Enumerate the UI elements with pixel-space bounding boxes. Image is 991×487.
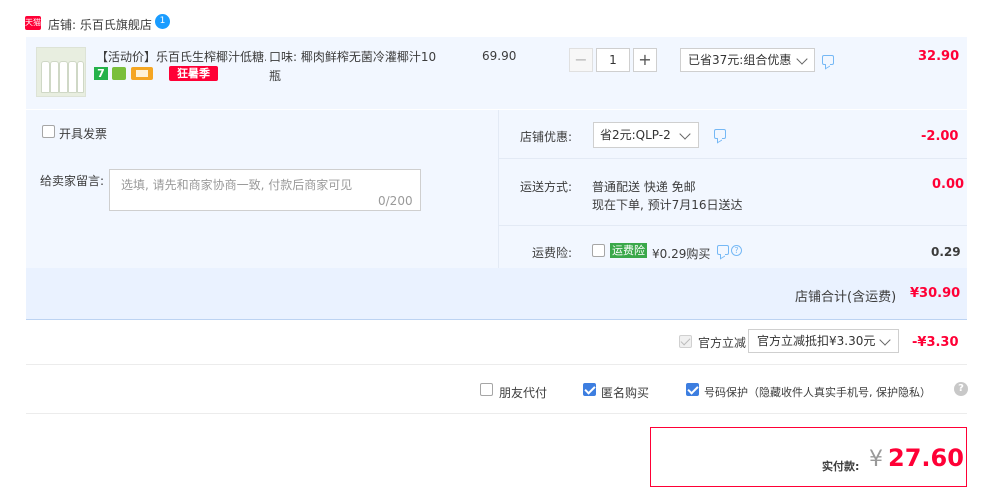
unit-price: 69.90 bbox=[482, 49, 517, 63]
item-total-price: 32.90 bbox=[918, 49, 960, 64]
help-icon[interactable]: ? bbox=[954, 382, 968, 396]
message-icon[interactable] bbox=[717, 245, 729, 255]
quantity-decrease-button[interactable]: − bbox=[569, 48, 593, 72]
shop-discount-amount: -2.00 bbox=[921, 129, 959, 144]
tmall-logo: 天猫 bbox=[25, 16, 41, 30]
store-name-link[interactable]: 店铺: 乐百氏旗舰店 bbox=[48, 16, 152, 33]
insurance-tag: 运费险 bbox=[610, 243, 647, 258]
message-icon[interactable] bbox=[714, 129, 726, 139]
delivery-estimate: 现在下单, 预计7月16日送达 bbox=[592, 198, 743, 212]
divider bbox=[26, 364, 967, 365]
divider bbox=[498, 110, 499, 268]
official-discount-label: 官方立减 bbox=[698, 336, 747, 350]
product-thumbnail[interactable] bbox=[36, 47, 86, 97]
number-protect-checkbox[interactable] bbox=[686, 383, 699, 396]
payment-amount: 27.60 bbox=[888, 444, 964, 472]
shipping-method: 普通配送 快递 免邮 bbox=[592, 180, 696, 194]
seller-message-placeholder: 选填, 请先和商家协商一致, 付款后商家可见 bbox=[121, 178, 353, 192]
credit-card-icon bbox=[131, 67, 153, 80]
quantity-increase-button[interactable]: + bbox=[633, 48, 657, 72]
invoice-checkbox[interactable] bbox=[42, 125, 55, 138]
insurance-amount: 0.29 bbox=[931, 245, 961, 259]
insurance-checkbox[interactable] bbox=[592, 244, 605, 257]
official-discount-amount: -¥3.30 bbox=[912, 335, 959, 350]
official-discount-select[interactable]: 官方立减抵扣¥3.30元 bbox=[748, 329, 899, 353]
anonymous-purchase-checkbox[interactable] bbox=[583, 383, 596, 396]
insurance-price: ¥0.29购买 bbox=[652, 247, 711, 261]
store-total-amount: ¥30.90 bbox=[910, 286, 961, 301]
official-discount-value: 官方立减抵扣¥3.30元 bbox=[757, 334, 876, 348]
anonymous-purchase-label: 匿名购买 bbox=[601, 386, 650, 400]
quantity-input[interactable]: 1 bbox=[596, 48, 630, 72]
shipping-label: 运送方式: bbox=[520, 180, 573, 194]
product-flavor: 口味: 椰肉鲜榨无菌冷灌椰汁10瓶 bbox=[269, 50, 437, 83]
friend-pay-label: 朋友代付 bbox=[499, 386, 548, 400]
chevron-down-icon bbox=[796, 53, 808, 65]
seven-day-return-icon: 7 bbox=[94, 67, 108, 80]
chevron-down-icon bbox=[679, 128, 691, 140]
shop-discount-label: 店铺优惠: bbox=[520, 130, 573, 144]
shop-discount-value: 省2元:QLP-2 bbox=[600, 128, 671, 142]
payment-currency: ¥ bbox=[869, 447, 883, 472]
insurance-label: 运费险: bbox=[532, 246, 573, 260]
item-discount-select[interactable]: 已省37元:组合优惠 bbox=[680, 48, 815, 72]
product-title-link[interactable]: 【活动价】乐百氏生榨椰汁低糖... bbox=[96, 48, 266, 65]
help-icon[interactable]: ? bbox=[731, 245, 742, 256]
divider bbox=[26, 413, 967, 414]
shop-discount-select[interactable]: 省2元:QLP-2 bbox=[593, 122, 699, 148]
friend-pay-checkbox[interactable] bbox=[480, 383, 493, 396]
invoice-label: 开具发票 bbox=[59, 127, 108, 141]
divider bbox=[499, 225, 967, 226]
payment-label: 实付款: bbox=[822, 460, 860, 473]
seller-message-label: 给卖家留言: bbox=[40, 174, 105, 188]
shipping-fee: 0.00 bbox=[932, 177, 965, 192]
store-total-label: 店铺合计(含运费) bbox=[795, 290, 897, 305]
number-protect-label: 号码保护（隐藏收件人真实手机号, 保护隐私） bbox=[704, 386, 931, 399]
guarantee-shield-icon bbox=[112, 67, 126, 80]
char-counter: 0/200 bbox=[378, 194, 413, 208]
chat-seller-icon[interactable]: 1 bbox=[155, 14, 170, 29]
chevron-down-icon bbox=[879, 334, 891, 346]
message-icon[interactable] bbox=[822, 55, 834, 65]
promo-badge: 狂暑季 bbox=[169, 66, 218, 81]
official-discount-checkbox[interactable] bbox=[679, 335, 692, 348]
item-discount-value: 已省37元:组合优惠 bbox=[688, 53, 792, 67]
divider bbox=[499, 158, 967, 159]
